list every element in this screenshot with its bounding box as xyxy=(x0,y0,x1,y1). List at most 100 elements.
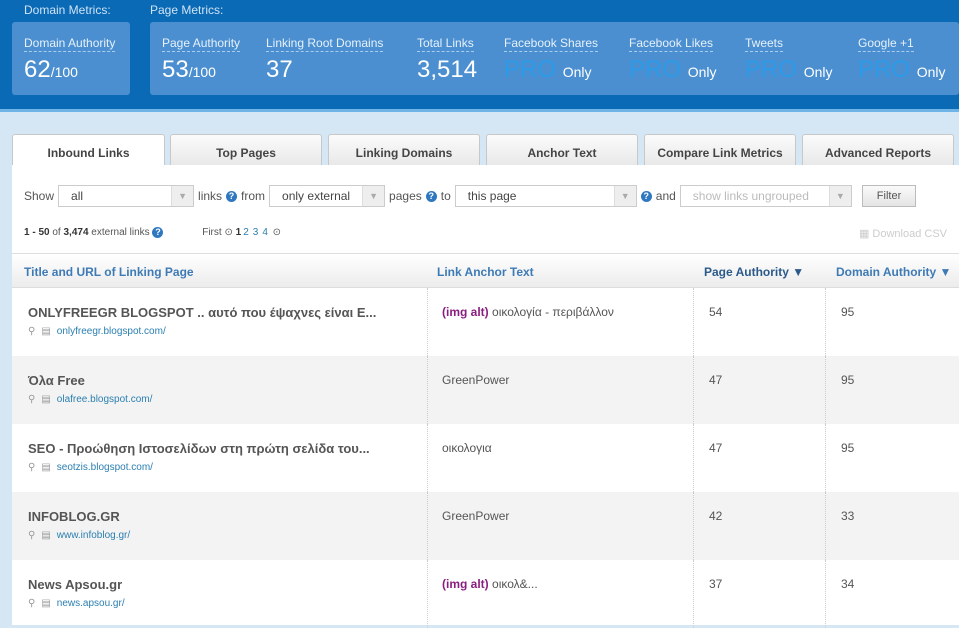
page-url-link[interactable]: www.infoblog.gr/ xyxy=(57,530,130,541)
metric-label[interactable]: Domain Authority xyxy=(24,36,116,52)
spreadsheet-icon: ▦ xyxy=(858,228,870,240)
anchor-cell: (img alt) οικολογία - περιβάλλον xyxy=(427,288,693,356)
page-title[interactable]: News Apsou.gr xyxy=(28,577,427,592)
select-value: only external xyxy=(282,189,351,203)
metric-label[interactable]: Facebook Shares xyxy=(504,36,599,52)
page-metrics-heading: Page Metrics: xyxy=(150,3,224,17)
tab-inbound-links[interactable]: Inbound Links xyxy=(12,134,165,167)
page-icon[interactable]: ▤ xyxy=(41,598,50,609)
anchor-cell: οικολογια xyxy=(427,424,693,492)
page-title[interactable]: ONLYFREEGR BLOGSPOT .. αυτό που έψαχνες … xyxy=(28,305,427,320)
metric-google-plus: Google +1 PRO Only xyxy=(858,34,945,84)
metric-label[interactable]: Linking Root Domains xyxy=(266,36,384,52)
download-csv-link[interactable]: ▦ Download CSV xyxy=(859,227,947,240)
page-2[interactable]: 2 xyxy=(243,227,249,238)
download-csv-label: Download CSV xyxy=(872,228,947,240)
prev-icon[interactable]: ⊙ xyxy=(224,227,232,238)
title-cell: Όλα Free ⚲ ▤ olafree.blogspot.com/ xyxy=(12,356,427,424)
pages-label: pages xyxy=(389,189,422,203)
page-url-link[interactable]: onlyfreegr.blogspot.com/ xyxy=(57,326,166,337)
results-summary: 1 - 50 of 3,474 external links ? First ⊙… xyxy=(24,227,281,238)
page-title[interactable]: Όλα Free xyxy=(28,373,427,388)
metric-label[interactable]: Total Links xyxy=(417,36,474,52)
only-label: Only xyxy=(562,64,592,80)
help-icon[interactable]: ? xyxy=(425,190,437,202)
domain-authority-cell: 95 xyxy=(825,356,959,424)
pro-label: PRO xyxy=(858,56,911,83)
filter-button[interactable]: Filter xyxy=(861,185,917,207)
first-page-link[interactable]: First xyxy=(202,227,221,238)
search-icon[interactable]: ⚲ xyxy=(28,462,35,473)
metric-tweets: Tweets PRO Only xyxy=(745,34,832,84)
from-label: from xyxy=(241,189,266,203)
page-icon[interactable]: ▤ xyxy=(41,326,50,337)
metric-label[interactable]: Google +1 xyxy=(858,36,914,52)
domain-authority-cell: 95 xyxy=(825,424,959,492)
page-icon[interactable]: ▤ xyxy=(41,530,50,541)
select-value: this page xyxy=(467,189,517,203)
search-icon[interactable]: ⚲ xyxy=(28,598,35,609)
page-icon[interactable]: ▤ xyxy=(41,394,50,405)
total-text: 3,474 xyxy=(63,227,89,238)
of-text: of xyxy=(52,227,61,238)
page-icon[interactable]: ▤ xyxy=(41,462,50,473)
page-authority-cell: 42 xyxy=(693,492,825,560)
page-title[interactable]: SEO - Προώθηση Ιστοσελίδων στη πρώτη σελ… xyxy=(28,441,427,456)
chevron-down-icon: ▼ xyxy=(613,186,636,206)
page-url-link[interactable]: olafree.blogspot.com/ xyxy=(57,394,153,405)
page-authority-cell: 47 xyxy=(693,424,825,492)
metric-label[interactable]: Page Authority xyxy=(162,36,241,52)
anchor-text: GreenPower xyxy=(442,509,510,523)
link-type-select[interactable]: all ▼ xyxy=(58,185,195,207)
anchor-text: οικολογία - περιβάλλον xyxy=(492,305,614,319)
page-url-link[interactable]: news.apsou.gr/ xyxy=(57,598,125,609)
col-page-authority[interactable]: Page Authority ▼ xyxy=(704,265,804,279)
page-3[interactable]: 3 xyxy=(253,227,259,238)
metric-page-authority: Page Authority 53/100 xyxy=(162,34,241,84)
and-label: and xyxy=(655,189,676,203)
tab-advanced-reports[interactable]: Advanced Reports xyxy=(802,134,954,166)
filter-bar: Show all ▼ links? from only external ▼ pag… xyxy=(24,185,917,207)
tab-linking-domains[interactable]: Linking Domains xyxy=(328,134,480,166)
source-select[interactable]: only external ▼ xyxy=(269,185,386,207)
only-label: Only xyxy=(803,64,833,80)
tab-top-pages[interactable]: Top Pages xyxy=(170,134,322,166)
page-authority-cell: 47 xyxy=(693,356,825,424)
next-icon[interactable]: ⊙ xyxy=(273,227,281,238)
help-icon[interactable]: ? xyxy=(226,190,238,202)
tab-compare-link-metrics[interactable]: Compare Link Metrics xyxy=(644,134,796,166)
title-cell: ONLYFREEGR BLOGSPOT .. αυτό που έψαχνες … xyxy=(12,288,427,356)
col-title-url[interactable]: Title and URL of Linking Page xyxy=(24,265,194,279)
suffix-text: external links xyxy=(91,227,150,238)
search-icon[interactable]: ⚲ xyxy=(28,326,35,337)
tab-anchor-text[interactable]: Anchor Text xyxy=(486,134,638,166)
anchor-cell: GreenPower xyxy=(427,356,693,424)
grouping-select[interactable]: show links ungrouped ▼ xyxy=(679,185,852,207)
metrics-header: Domain Metrics: Page Metrics: Domain Aut… xyxy=(0,0,959,112)
only-label: Only xyxy=(687,64,717,80)
target-select[interactable]: this page ▼ xyxy=(454,185,637,207)
metric-label[interactable]: Facebook Likes xyxy=(629,36,714,52)
anchor-text: GreenPower xyxy=(442,373,510,387)
page-url-link[interactable]: seotzis.blogspot.com/ xyxy=(57,462,153,473)
help-icon[interactable]: ? xyxy=(640,190,652,202)
img-alt-label: (img alt) xyxy=(442,305,489,319)
title-cell: INFOBLOG.GR ⚲ ▤ www.infoblog.gr/ xyxy=(12,492,427,560)
help-icon[interactable]: ? xyxy=(152,227,164,238)
metric-label[interactable]: Tweets xyxy=(745,36,784,52)
col-anchor-text[interactable]: Link Anchor Text xyxy=(437,265,534,279)
search-icon[interactable]: ⚲ xyxy=(28,394,35,405)
page-title[interactable]: INFOBLOG.GR xyxy=(28,509,427,524)
chevron-down-icon: ▼ xyxy=(362,186,385,206)
metric-value: 3,514 xyxy=(417,56,478,83)
domain-metrics-box: Domain Authority 62/100 xyxy=(12,22,130,95)
search-icon[interactable]: ⚲ xyxy=(28,530,35,541)
page-1: 1 xyxy=(235,227,242,238)
col-domain-authority[interactable]: Domain Authority ▼ xyxy=(836,265,951,279)
metric-domain-authority: Domain Authority 62/100 xyxy=(24,34,116,84)
page-4[interactable]: 4 xyxy=(262,227,268,238)
chevron-down-icon: ▼ xyxy=(171,186,194,206)
domain-authority-cell: 34 xyxy=(825,560,959,628)
table-row: SEO - Προώθηση Ιστοσελίδων στη πρώτη σελ… xyxy=(12,424,959,492)
only-label: Only xyxy=(916,64,946,80)
